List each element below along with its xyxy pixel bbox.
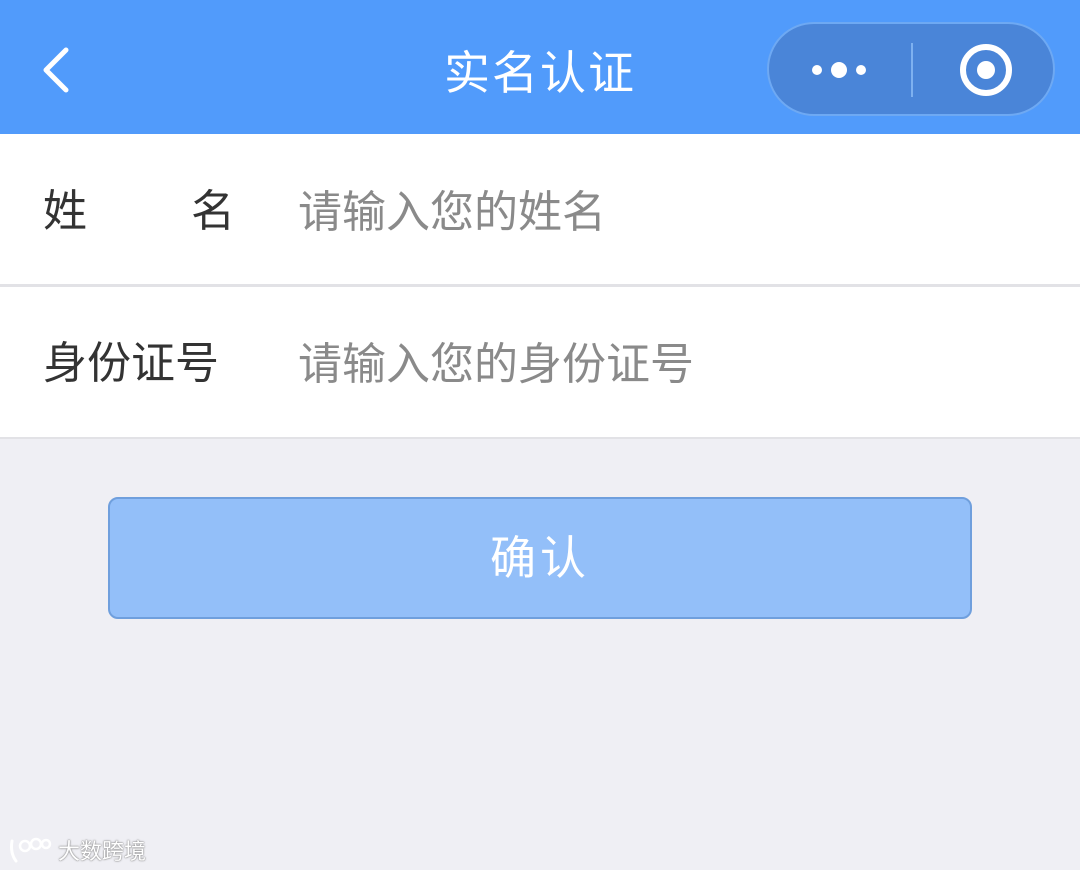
name-input[interactable]	[298, 176, 1038, 248]
name-row: 姓名	[0, 134, 1080, 287]
name-label: 姓名	[43, 186, 235, 237]
id-number-label: 身份证号	[43, 338, 219, 389]
top-navbar: 实名认证	[0, 0, 1080, 134]
more-button[interactable]	[769, 24, 912, 114]
back-button[interactable]	[30, 38, 90, 102]
target-circle-icon	[960, 44, 1012, 96]
mini-program-capsule	[767, 22, 1055, 116]
real-name-auth-page: 实名认证 姓名 身份证号	[0, 0, 1080, 870]
id-number-row: 身份证号	[0, 286, 1080, 438]
close-mini-program-button[interactable]	[913, 24, 1055, 114]
dashu-logo-icon	[10, 837, 52, 863]
chevron-left-icon	[43, 47, 69, 93]
watermark: 大数跨境	[8, 832, 146, 868]
identity-form: 姓名 身份证号	[0, 134, 1080, 439]
id-number-input[interactable]	[298, 328, 1038, 400]
watermark-text: 大数跨境	[58, 840, 147, 865]
confirm-button[interactable]: 确认	[108, 497, 972, 619]
more-dots-icon	[812, 62, 866, 78]
